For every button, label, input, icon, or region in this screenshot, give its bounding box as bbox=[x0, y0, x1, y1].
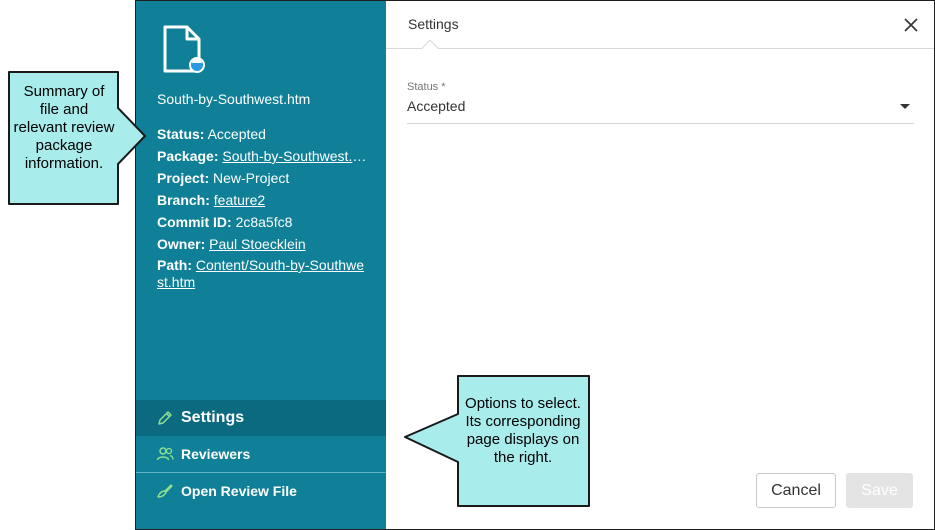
open-review-file-button[interactable]: Open Review File bbox=[136, 473, 386, 509]
meta-path: Path: Content/South-by-Southwest.htm bbox=[157, 257, 369, 291]
tab-settings[interactable]: Settings bbox=[408, 16, 459, 32]
nav-item-reviewers[interactable]: Reviewers bbox=[136, 436, 386, 472]
meta-package-key: Package: bbox=[157, 148, 219, 164]
meta-package: Package: South-by-Southwest.h... bbox=[157, 145, 369, 167]
meta-owner-key: Owner: bbox=[157, 236, 206, 252]
file-icon bbox=[163, 25, 205, 73]
meta-package-link[interactable]: South-by-Southwest.h... bbox=[222, 148, 369, 164]
caret-down-icon bbox=[900, 104, 910, 109]
meta-status-key: Status: bbox=[157, 126, 205, 142]
meta-branch-link[interactable]: feature2 bbox=[214, 192, 265, 208]
meta-project: Project: New-Project bbox=[157, 167, 369, 189]
close-icon[interactable] bbox=[903, 17, 919, 33]
meta-owner: Owner: Paul Stoecklein bbox=[157, 233, 369, 255]
meta-project-value: New-Project bbox=[213, 170, 290, 186]
sidebar: South-by-Southwest.htm Status: Accepted … bbox=[136, 1, 386, 529]
status-select[interactable]: Accepted bbox=[407, 95, 914, 124]
meta-commit-value: 2c8a5fc8 bbox=[235, 214, 293, 230]
active-tab-indicator bbox=[421, 39, 439, 57]
users-icon bbox=[156, 447, 174, 461]
meta-status: Status: Accepted bbox=[157, 123, 369, 145]
nav-item-settings[interactable]: Settings bbox=[136, 400, 386, 436]
file-name: South-by-Southwest.htm bbox=[157, 91, 311, 107]
sidebar-nav: Settings Reviewers Open Review File bbox=[136, 400, 386, 509]
callout-left-text: Summary of file and relevant review pack… bbox=[13, 83, 115, 172]
meta-project-key: Project: bbox=[157, 170, 210, 186]
meta-owner-link[interactable]: Paul Stoecklein bbox=[209, 236, 306, 252]
callout-bottom-text: Options to select. Its corresponding pag… bbox=[465, 395, 581, 466]
brush-icon bbox=[157, 484, 173, 498]
meta-commit: Commit ID: 2c8a5fc8 bbox=[157, 211, 369, 233]
meta-branch: Branch: feature2 bbox=[157, 189, 369, 211]
nav-item-settings-label: Settings bbox=[181, 409, 245, 426]
meta-path-key: Path: bbox=[157, 257, 192, 273]
meta-status-value: Accepted bbox=[207, 126, 266, 142]
header-divider bbox=[386, 48, 934, 49]
meta-branch-key: Branch: bbox=[157, 192, 210, 208]
save-button[interactable]: Save bbox=[846, 473, 913, 508]
nav-item-reviewers-label: Reviewers bbox=[181, 446, 251, 462]
status-field-label: Status * bbox=[407, 81, 446, 93]
cancel-button[interactable]: Cancel bbox=[756, 473, 836, 508]
status-select-value: Accepted bbox=[407, 98, 466, 114]
meta-commit-key: Commit ID: bbox=[157, 214, 232, 230]
pencil-icon bbox=[158, 411, 172, 425]
open-review-file-label: Open Review File bbox=[181, 483, 297, 499]
file-summary: Status: Accepted Package: South-by-South… bbox=[157, 123, 369, 291]
